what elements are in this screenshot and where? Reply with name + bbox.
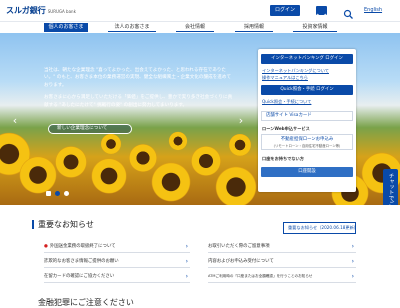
account-heading: 口座をお持ちでない方 [262,156,304,161]
hero-paragraph-1: 当社は、朝たな企業理念 "喜ってよかった、出会えてよかった、と思われる存在であり… [44,68,232,88]
news-item-text: 詐欺的なお客さま情報ご提供のお願い [44,259,119,264]
search-icon[interactable] [343,5,354,19]
quick-login-button[interactable]: Quick照会・手続 ログイン [261,85,353,95]
loan-apply-sub: (リモートローン・自用住宅不動産ローン等) [273,144,341,148]
login-panel: インターネットバンキング ログイン インターネットバンキングについて 操作マニュ… [258,49,356,192]
news-item[interactable]: 在留カードの確認にご協力ください › [44,270,190,283]
news-item[interactable]: 内容およびお申込み受付について › [208,255,356,268]
news-item[interactable]: ● 外国送金業務の取扱終了について › [44,240,190,253]
hero-next-arrow[interactable]: › [236,115,246,127]
hero-prev-arrow[interactable]: ‹ [10,115,20,127]
important-notices-button[interactable]: 重要なお知らせ（2020.06.18更新） [283,222,358,234]
news-item-text: 内容およびお申込み受付について [208,259,274,264]
sunflower-image [228,133,252,157]
loan-apply-button[interactable]: 不動産担保ローンお申込み (リモートローン・自用住宅不動産ローン等) [261,134,353,150]
open-account-button[interactable]: 口座開設 [261,167,353,177]
pause-icon[interactable] [46,191,51,196]
nav-item-investors[interactable]: 投資家情報 [293,23,337,32]
nav-item-company[interactable]: 会社情報 [176,23,214,32]
bank-logo[interactable]: スルガ銀行 SURUGA bank [6,5,76,16]
chevron-right-icon: › [351,273,354,280]
sunflower-image [100,133,122,155]
logo-text: スルガ銀行 [6,6,46,15]
chevron-right-icon: › [185,258,188,265]
sunflower-image [214,165,258,205]
mail-icon[interactable] [316,6,327,18]
sunflower-image [190,145,222,177]
manual-link[interactable]: 操作マニュアルはこちら [262,75,352,81]
news-item[interactable]: 詐欺的なお客さま情報ご提供のお願い › [44,255,190,268]
main-nav: 個人のお客さま 法人のお客さま 会社情報 採用情報 投資家情報 [0,22,400,33]
sunflower-image [168,131,188,151]
sunflower-image [90,157,128,195]
news-item-text: 在留カードの確認にご協力ください [44,274,115,279]
chevron-right-icon: › [185,273,188,280]
site-header: スルガ銀行 SURUGA bank ログイン English [0,0,400,22]
nav-item-personal[interactable]: 個人のお客さま [44,23,88,32]
nav-item-recruit[interactable]: 採用情報 [235,23,273,32]
news-item[interactable]: ATMご利用時の「口座またはお全額確認」を行うことのお知らせ › [208,270,356,283]
sunflower-image [150,161,192,203]
internet-banking-login-button[interactable]: インターネットバンキング ログイン [261,54,353,64]
shop-site-button[interactable]: 店舗サイト Visaカード [261,111,353,121]
chevron-right-icon: › [351,258,354,265]
quick-info-link[interactable]: Quick照会・手続について [262,99,352,105]
chevron-right-icon: › [351,243,354,250]
news-item-text: ATMご利用時の「口座またはお全額確認」を行うことのお知らせ [208,274,313,278]
internet-banking-info-link[interactable]: インターネットバンキングについて [262,68,352,74]
about-philosophy-button[interactable]: 新しい企業理念について [48,124,132,134]
slide-dot[interactable] [64,191,69,196]
chevron-right-icon: › [185,243,188,250]
news-section: 重要なお知らせ 重要なお知らせ（2020.06.18更新） ● 外国送金業務の取扱… [0,205,400,307]
news-item-text: お取引いただく際のご留意事項 [208,244,270,249]
hero-paragraph-2: お客さまに心から満足していただける「価値」をご提供し、豊かで実り多き社会づくりに… [44,95,233,108]
loan-apply-label: 不動産担保ローンお申込み [280,137,334,142]
sunflower-image [54,145,88,179]
slide-dot-active[interactable] [55,191,60,196]
news-item-text: 外国送金業務の取扱終了について [49,244,116,249]
news-item[interactable]: お取引いただく際のご留意事項 › [208,240,356,253]
hero-message: 当社は、朝たな企業理念 "喜ってよかった、出会えてよかった、と思われる存在であり… [44,67,234,114]
news-title: 重要なお知らせ [32,220,94,229]
hero-pager [46,183,73,196]
fraud-warning-heading: 金融犯罪にご注意ください [38,298,134,307]
logo-sub: SURUGA bank [47,9,76,14]
warning-icon: ● [44,244,48,249]
english-link[interactable]: English [364,7,382,13]
loan-heading: ローンWeb申込サービス [262,126,310,131]
nav-item-corporate[interactable]: 法人のお客さま [108,23,156,32]
header-login-button[interactable]: ログイン [270,5,300,16]
